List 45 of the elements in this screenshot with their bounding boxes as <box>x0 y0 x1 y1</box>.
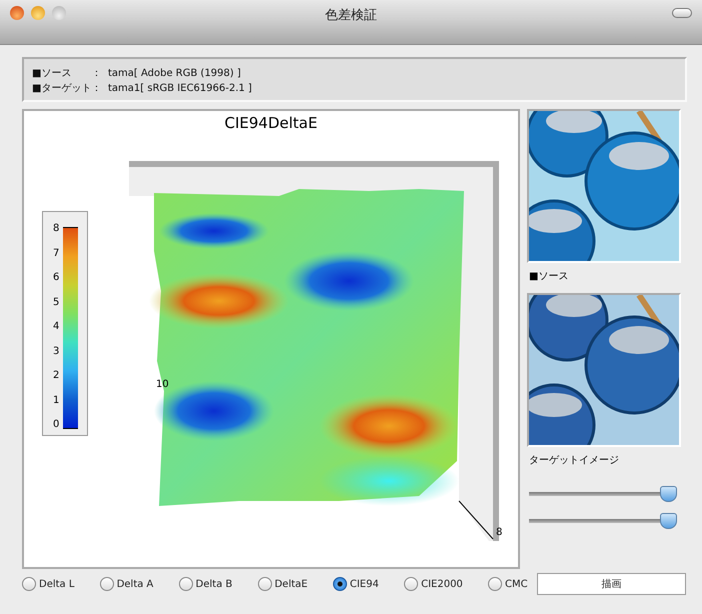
radio-label: Delta A <box>116 578 154 590</box>
scale-tick-label: 8 <box>53 224 60 234</box>
scale-tick-label: 5 <box>53 298 60 308</box>
axis-label: 10 <box>156 379 169 390</box>
scale-tick-label: 6 <box>53 273 60 283</box>
window-title: 色差検証 <box>325 7 377 24</box>
image-caption: ■ソース <box>529 270 570 283</box>
radio-label: Delta B <box>196 578 232 590</box>
scale-tick-label: 4 <box>53 322 60 332</box>
radio-button[interactable] <box>178 577 193 591</box>
image-caption: ターゲットイメージ <box>529 454 620 467</box>
slider-thumb[interactable] <box>660 486 677 502</box>
info-value: tama1[ sRGB IEC61966-2.1 ] <box>108 82 252 96</box>
draw-button[interactable]: 描画 <box>536 573 686 595</box>
radio-button[interactable] <box>258 577 272 591</box>
radio-button[interactable] <box>22 577 36 591</box>
radio-option[interactable]: DeltaE <box>258 577 308 591</box>
scale-tick-label: 3 <box>53 346 60 356</box>
scale-tick-label: 7 <box>53 248 60 258</box>
close-button[interactable] <box>10 6 24 20</box>
radio-option[interactable]: CIE2000 <box>404 577 463 591</box>
axis-label: 8 <box>496 527 502 538</box>
info-label: ■ターゲット： <box>32 82 102 96</box>
slider-thumb[interactable] <box>660 513 677 529</box>
radio-label: DeltaE <box>274 578 308 590</box>
radio-button[interactable] <box>332 577 347 591</box>
info-label: ■ソース ： <box>32 67 102 81</box>
radio-button[interactable] <box>488 577 502 591</box>
radio-label: CMC <box>505 578 528 590</box>
radio-label: CIE94 <box>350 578 379 590</box>
radio-label: Delta L <box>39 578 74 590</box>
radio-option[interactable]: Delta L <box>22 577 74 591</box>
scale-tick-label: 2 <box>53 371 60 381</box>
radio-label: CIE2000 <box>421 578 463 590</box>
radio-option[interactable]: CMC <box>488 577 528 591</box>
radio-option[interactable]: Delta A <box>100 577 154 591</box>
radio-button[interactable] <box>100 577 114 591</box>
toolbar-toggle-button[interactable] <box>672 8 692 18</box>
info-value: tama[ Adobe RGB (1998) ] <box>108 67 241 81</box>
scale-tick-label: 1 <box>53 396 60 406</box>
radio-button[interactable] <box>404 577 418 591</box>
radio-option[interactable]: Delta B <box>178 577 232 591</box>
chart-title: CIE94DeltaE <box>224 114 318 132</box>
scale-tick-label: 0 <box>53 420 60 430</box>
radio-option[interactable]: CIE94 <box>332 577 379 591</box>
